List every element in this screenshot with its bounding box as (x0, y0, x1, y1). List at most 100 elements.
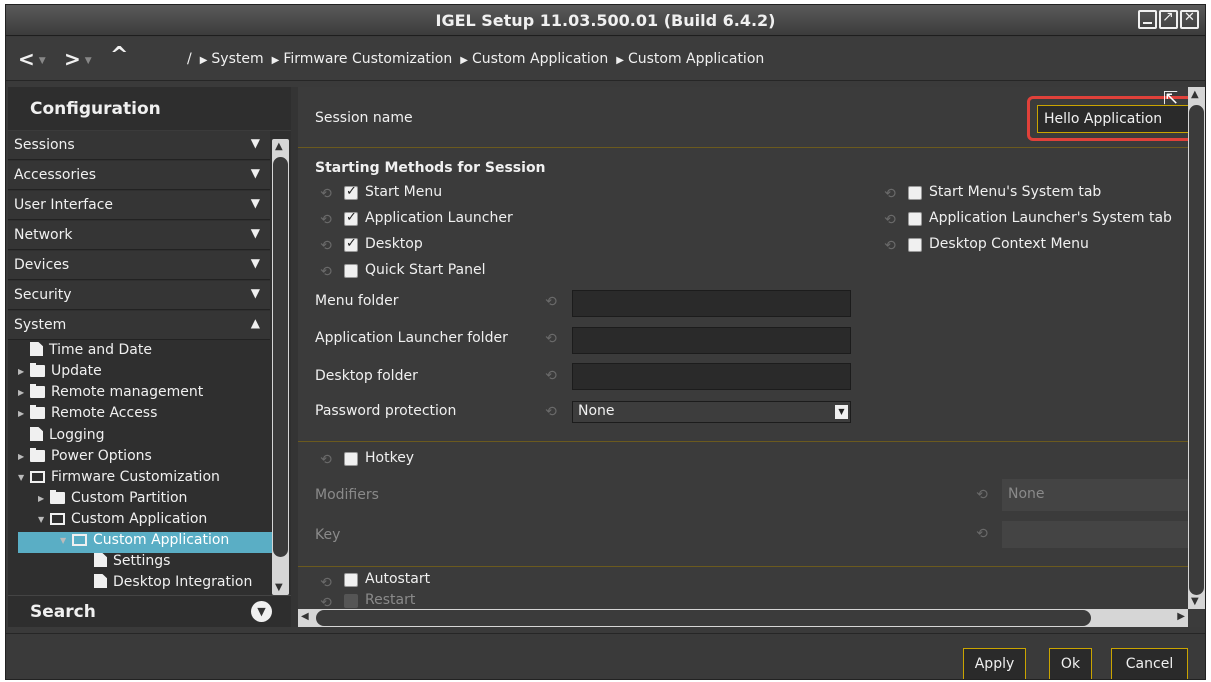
scroll-right-icon[interactable]: ▶ (1177, 611, 1185, 622)
tree-item-custom-application[interactable]: ▼ Custom Application (38, 511, 207, 532)
expand-icon[interactable]: ▶ (38, 494, 50, 503)
divider (298, 566, 1188, 567)
sidebar-item-user-interface[interactable]: User Interface ▼ (8, 191, 270, 220)
settings-horizontal-scrollbar[interactable]: ◀ ▶ (298, 609, 1188, 627)
modifiers-select: None (1002, 479, 1192, 511)
scroll-left-icon[interactable]: ◀ (301, 611, 309, 622)
tree-item-custom-partition[interactable]: ▶ Custom Partition (38, 490, 187, 511)
application-launcher-folder-input[interactable] (572, 327, 851, 354)
reset-icon[interactable]: ⟲ (882, 186, 898, 202)
cancel-button[interactable]: Cancel (1111, 648, 1188, 679)
configuration-header: Configuration (8, 87, 291, 131)
collapse-icon[interactable]: ▼ (38, 515, 50, 524)
search-section[interactable]: Search ▼ (8, 595, 291, 627)
reset-icon[interactable]: ⟲ (318, 186, 334, 202)
sidebar-item-network[interactable]: Network ▼ (8, 221, 270, 250)
expand-icon[interactable]: ▶ (18, 388, 30, 397)
breadcrumb-item[interactable]: System (211, 51, 263, 67)
expand-icon[interactable]: ▶ (18, 452, 30, 461)
reset-icon[interactable]: ⟲ (543, 404, 559, 420)
reset-icon[interactable]: ⟲ (318, 212, 334, 228)
maximize-icon[interactable] (1159, 9, 1178, 29)
tree-item-desktop-integration[interactable]: Desktop Integration (94, 574, 252, 595)
apply-button[interactable]: Apply (963, 648, 1026, 679)
scrollbar-thumb[interactable] (273, 157, 288, 557)
tree-item-update[interactable]: ▶ Update (18, 363, 102, 384)
tree-item-remote-access[interactable]: ▶ Remote Access (18, 405, 157, 426)
desktop-folder-input[interactable] (572, 363, 851, 390)
reset-icon[interactable]: ⟲ (318, 452, 334, 468)
quick-start-panel-checkbox[interactable] (344, 264, 358, 278)
settings-content: Session name Starting Methods for Sessio… (298, 87, 1203, 611)
reset-icon[interactable]: ⟲ (543, 331, 559, 347)
menu-folder-input[interactable] (572, 290, 851, 317)
tree-item-logging[interactable]: Logging (18, 427, 105, 448)
panel-splitter[interactable] (291, 87, 298, 627)
autostart-checkbox[interactable] (344, 573, 358, 587)
scroll-up-icon[interactable]: ▲ (275, 141, 283, 152)
up-button[interactable]: ^ (110, 43, 128, 68)
reset-icon: ⟲ (976, 487, 988, 503)
application-launcher-checkbox[interactable] (344, 210, 358, 226)
desktop-checkbox[interactable] (344, 236, 358, 252)
back-button[interactable]: < ▼ (18, 47, 46, 71)
triangle-right-icon: ▶ (199, 55, 208, 66)
application-launcher-system-tab-checkbox[interactable] (908, 212, 922, 226)
start-menu-system-tab-checkbox[interactable] (908, 186, 922, 200)
minimize-icon[interactable] (1138, 10, 1157, 29)
sidebar-item-security[interactable]: Security ▼ (8, 281, 270, 310)
reset-icon[interactable]: ⟲ (543, 368, 559, 384)
sidebar-item-label: Network (14, 227, 73, 243)
sidebar-item-sessions[interactable]: Sessions ▼ (8, 131, 270, 160)
file-icon (94, 574, 107, 588)
tree-item-power-options[interactable]: ▶ Power Options (18, 448, 152, 469)
search-label: Search (30, 602, 96, 622)
expand-icon[interactable]: ▶ (18, 367, 30, 376)
scrollbar-thumb[interactable] (1189, 105, 1204, 595)
start-menu-checkbox[interactable] (344, 184, 358, 200)
configuration-title: Configuration (30, 99, 161, 119)
reset-icon[interactable]: ⟲ (318, 575, 334, 591)
reset-icon[interactable]: ⟲ (318, 264, 334, 280)
expand-icon[interactable]: ▶ (18, 409, 30, 418)
password-protection-select[interactable]: None ▼ (572, 401, 851, 423)
scrollbar-thumb[interactable] (316, 610, 1091, 626)
restart-label: Restart (365, 592, 416, 608)
breadcrumb-item[interactable]: Custom Application (472, 51, 608, 67)
desktop-context-menu-checkbox[interactable] (908, 238, 922, 252)
expand-search-icon[interactable]: ▼ (251, 601, 272, 622)
close-icon[interactable] (1180, 10, 1199, 29)
scroll-up-icon[interactable]: ▲ (1191, 89, 1199, 100)
sidebar-item-devices[interactable]: Devices ▼ (8, 251, 270, 280)
sidebar-item-system[interactable]: System ▲ (8, 311, 270, 340)
session-name-input[interactable] (1037, 105, 1191, 133)
tree-item-firmware-customization[interactable]: ▼ Firmware Customization (18, 469, 220, 490)
tree-item-settings[interactable]: Settings (94, 553, 170, 574)
tree-item-label: Time and Date (49, 342, 152, 358)
scroll-down-icon[interactable]: ▼ (1191, 596, 1199, 607)
scroll-down-icon[interactable]: ▼ (275, 582, 283, 593)
breadcrumb-item[interactable]: Custom Application (628, 51, 764, 67)
breadcrumb-item[interactable]: Firmware Customization (283, 51, 452, 67)
reset-icon[interactable]: ⟲ (882, 238, 898, 254)
reset-icon[interactable]: ⟲ (318, 238, 334, 254)
tree-item-time-and-date[interactable]: Time and Date (18, 342, 152, 363)
breadcrumb-root[interactable]: / (187, 51, 192, 67)
forward-button[interactable]: > ▼ (64, 47, 92, 71)
tree-item-remote-management[interactable]: ▶ Remote management (18, 384, 203, 405)
sidebar-item-accessories[interactable]: Accessories ▼ (8, 161, 270, 190)
folder-icon (30, 384, 45, 398)
file-icon (30, 427, 43, 441)
ok-button[interactable]: Ok (1049, 648, 1092, 679)
settings-vertical-scrollbar[interactable]: ▲ ▼ (1188, 87, 1205, 609)
collapse-icon[interactable]: ▼ (60, 536, 72, 545)
folder-icon (30, 363, 45, 377)
reset-icon[interactable]: ⟲ (543, 294, 559, 310)
hotkey-checkbox[interactable] (344, 452, 358, 466)
sidebar-item-label: Sessions (14, 137, 75, 153)
sidebar-scrollbar[interactable]: ▲ ▼ (272, 139, 289, 595)
start-menu-system-tab-label: Start Menu's System tab (929, 184, 1102, 200)
reset-icon[interactable]: ⟲ (882, 212, 898, 228)
tree-item-custom-application-selected[interactable]: ▼ Custom Application (18, 532, 272, 553)
collapse-icon[interactable]: ▼ (18, 473, 30, 482)
